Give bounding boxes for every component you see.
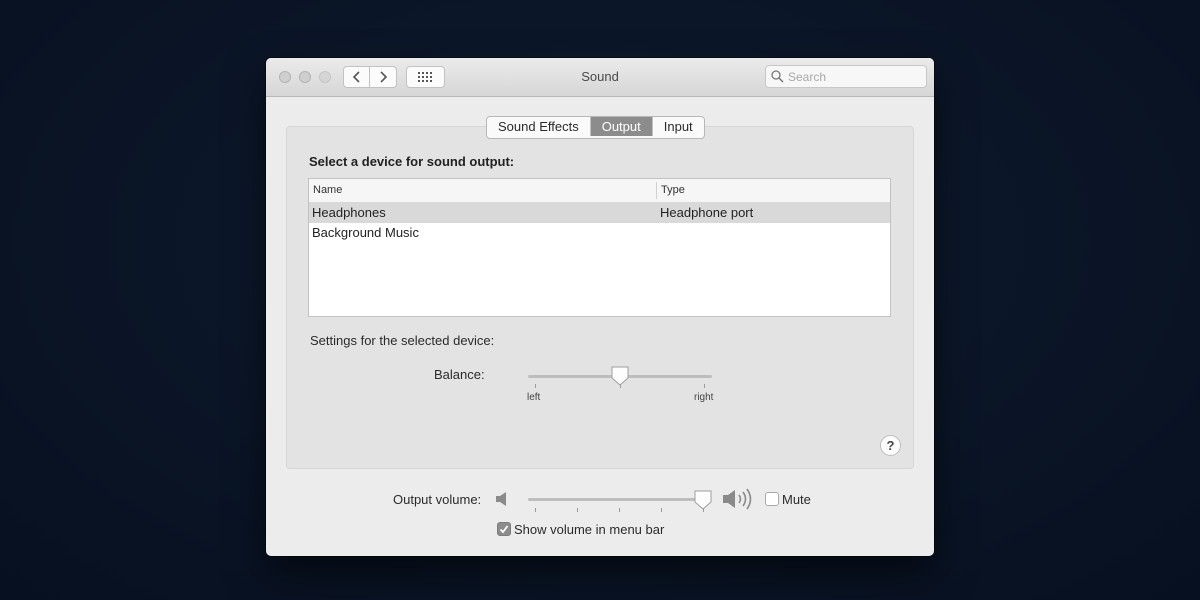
balance-tick	[535, 384, 536, 388]
table-header: Name Type	[309, 179, 890, 203]
speaker-low-icon	[496, 492, 506, 506]
checkmark-icon	[499, 525, 509, 534]
show-volume-checkbox[interactable]	[497, 522, 511, 536]
tab-bar: Sound Effects Output Input	[486, 116, 705, 139]
search-field[interactable]	[765, 65, 927, 88]
search-input[interactable]	[788, 68, 920, 85]
device-settings-title: Settings for the selected device:	[310, 333, 495, 348]
volume-tick	[577, 508, 578, 512]
search-icon	[771, 70, 784, 83]
volume-slider-track[interactable]	[528, 498, 708, 501]
help-button[interactable]: ?	[880, 435, 901, 456]
column-header-type[interactable]: Type	[661, 184, 685, 196]
balance-label: Balance:	[434, 367, 485, 382]
balance-left-label: left	[527, 392, 541, 403]
column-header-name[interactable]: Name	[313, 184, 342, 196]
tab-input[interactable]: Input	[651, 117, 704, 136]
volume-tick	[619, 508, 620, 512]
device-name: Headphones	[312, 205, 386, 220]
title-bar: Sound	[266, 58, 934, 97]
volume-slider-knob[interactable]	[694, 490, 712, 510]
output-volume-label: Output volume:	[393, 492, 482, 507]
device-name: Background Music	[312, 225, 419, 240]
balance-slider-knob[interactable]	[611, 366, 629, 386]
volume-tick	[661, 508, 662, 512]
balance-right-label: right	[694, 392, 714, 403]
show-volume-label: Show volume in menu bar	[514, 522, 665, 537]
speaker-high-icon	[723, 488, 752, 510]
sound-preferences-window: Sound Sound Effects Output Input Select …	[266, 58, 934, 556]
table-row[interactable]: Background Music	[309, 223, 890, 243]
tab-sound-effects[interactable]: Sound Effects	[487, 117, 590, 136]
mute-label: Mute	[782, 492, 811, 507]
balance-tick	[704, 384, 705, 388]
tab-output[interactable]: Output	[589, 117, 652, 136]
table-row[interactable]: Headphones Headphone port	[309, 203, 890, 223]
device-type: Headphone port	[660, 205, 754, 220]
output-device-table[interactable]: Name Type Headphones Headphone port Back…	[308, 178, 891, 317]
volume-tick	[535, 508, 536, 512]
device-section-title: Select a device for sound output:	[309, 154, 515, 169]
column-divider	[656, 182, 657, 199]
mute-checkbox[interactable]	[765, 492, 779, 506]
